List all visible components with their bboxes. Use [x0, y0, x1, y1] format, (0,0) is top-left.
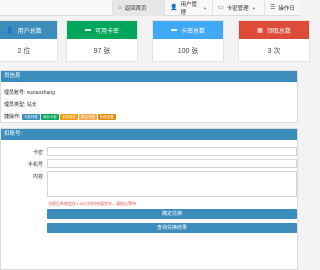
nav-operation-log[interactable]: ☰ 操作日: [264, 0, 300, 16]
stat-card-header: 👤 用户总数: [0, 21, 57, 39]
stat-card-redemptions: ▦ 领取总数 3 次: [238, 20, 310, 62]
phone-label: 手机号: [27, 162, 43, 168]
panel-title: 扣账号:: [1, 129, 297, 140]
nav-user-management[interactable]: 👤 用户管理 ▼: [164, 0, 212, 16]
admin-type-value: 站长: [26, 102, 37, 108]
quick-op-export-card[interactable]: 导出卡密: [78, 113, 97, 120]
stat-value: 3 次: [267, 48, 281, 55]
nav-card-management[interactable]: ▭ 卡密管理 ▼: [212, 0, 264, 16]
quick-op-add-card[interactable]: 添加卡密: [40, 113, 59, 120]
stat-card-available-cards: ▬ 可用卡密 97 张: [66, 20, 138, 62]
stat-card-header: ▬ 可用卡密: [67, 21, 137, 39]
stat-card-total-cards: ▬ 卡密总数 100 张: [152, 20, 224, 62]
panel-title: 员信息: [1, 71, 297, 82]
admin-account-label: 理员账号:: [4, 90, 26, 96]
home-icon: ⌂: [118, 5, 122, 11]
content-textarea[interactable]: [47, 171, 297, 197]
phone-input[interactable]: [47, 159, 297, 168]
stat-value: 2 位: [17, 48, 31, 55]
quick-op-recycle-card[interactable]: 卡密回收: [59, 113, 78, 120]
stat-value: 100 张: [177, 48, 199, 55]
quick-ops-row: 捷操作: 卡密列表 添加卡密 卡密回收 导出卡密 系统设置: [4, 113, 117, 120]
stat-card-header: ▬ 卡密总数: [153, 21, 223, 39]
list-icon: ☰: [270, 5, 276, 11]
user-icon: 👤: [6, 27, 14, 34]
stat-card-users: 👤 用户总数 2 位: [0, 20, 58, 62]
grid-icon: ▦: [257, 27, 263, 34]
nav-home-label: 返回首页: [124, 6, 147, 12]
admin-account-row: 理员账号: xuxiaozhang: [4, 89, 55, 96]
stat-label: 领取总数: [266, 28, 291, 35]
card-code-input[interactable]: [47, 147, 297, 156]
quick-op-card-list[interactable]: 卡密列表: [21, 113, 40, 120]
top-navbar: ⌂ 返回首页 👤 用户管理 ▼ ▭ 卡密管理 ▼ ☰ 操作日: [0, 0, 300, 16]
content-label: 内容: [32, 174, 43, 180]
stat-value: 97 张: [93, 48, 111, 55]
card-icon: ▬: [84, 27, 91, 33]
admin-account-value: xuxiaozhang: [26, 90, 55, 96]
nav-home[interactable]: ⌂ 返回首页: [112, 0, 164, 16]
nav-user-management-label: 用户管理: [180, 2, 197, 16]
stat-label: 可用卡密: [94, 28, 119, 35]
chevron-down-icon: ▼: [203, 5, 207, 11]
nav-operation-log-label: 操作日: [278, 6, 295, 12]
user-icon: 👤: [170, 5, 178, 11]
admin-type-row: 理员类型: 站长: [4, 101, 37, 108]
query-result-button[interactable]: 查询兑换结果: [47, 223, 297, 233]
stat-card-header: ▦ 领取总数: [239, 21, 309, 39]
quick-op-settings[interactable]: 系统设置: [97, 113, 116, 120]
stat-label: 用户总数: [17, 28, 42, 35]
card-icon: ▭: [218, 5, 224, 11]
admin-info-panel: 员信息 理员账号: xuxiaozhang 理员类型: 站长 捷操作: 卡密列表…: [0, 70, 298, 123]
quick-ops-label: 捷操作:: [4, 114, 21, 120]
stat-label: 卡密总数: [180, 28, 205, 35]
confirm-redeem-button[interactable]: 确定兑换: [47, 209, 297, 219]
chevron-down-icon: ▼: [251, 5, 256, 11]
card-icon: ▬: [170, 27, 177, 33]
admin-type-label: 理员类型:: [4, 102, 26, 108]
redeem-hint: 兑换后系统会在1-24小时内充值完毕，请耐心等待: [48, 201, 137, 206]
nav-card-management-label: 卡密管理: [226, 6, 249, 12]
redeem-form-panel: 扣账号: 卡密 手机号 内容 兑换后系统会在1-24小时内充值完毕，请耐心等待 …: [0, 128, 298, 270]
card-code-label: 卡密: [32, 150, 43, 156]
